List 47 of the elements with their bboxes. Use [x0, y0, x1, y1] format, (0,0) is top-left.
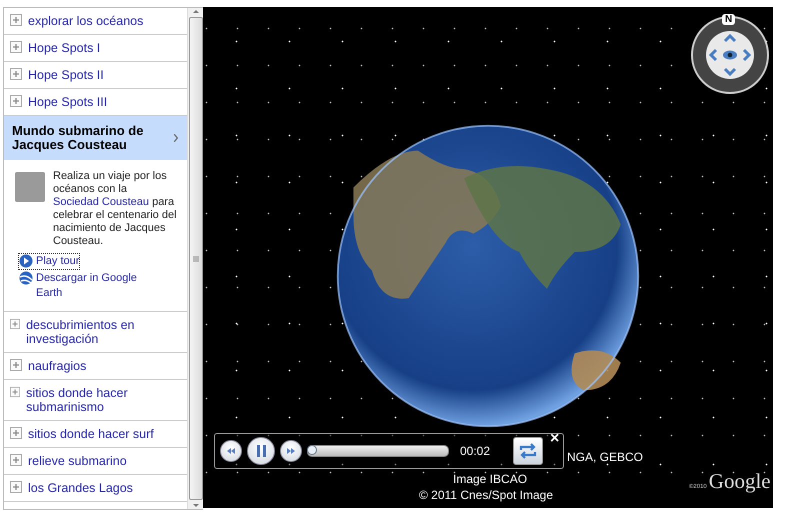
chevron-right-icon	[173, 131, 179, 145]
expand-icon	[10, 359, 22, 371]
rewind-icon	[226, 447, 236, 455]
scroll-up-icon	[192, 8, 200, 15]
expand-icon	[10, 481, 22, 493]
repeat-button[interactable]	[513, 437, 544, 465]
tour-action-link[interactable]: Descargar in Google Earth	[19, 271, 149, 301]
selected-tour-item[interactable]: Mundo submarino de Jacques Cousteau	[4, 116, 187, 160]
folder-item[interactable]: Hope Spots II	[4, 62, 187, 89]
folder-item[interactable]: Hope Spots I	[4, 35, 187, 62]
folder-item[interactable]: explorar los océanos	[4, 8, 187, 35]
scrollbar[interactable]	[187, 8, 203, 509]
rewind-button[interactable]	[220, 440, 242, 462]
expand-icon	[10, 454, 22, 466]
photo-placeholder	[15, 172, 45, 202]
scroll-down-icon	[192, 502, 200, 509]
expand-icon	[10, 386, 20, 398]
folder-item[interactable]: sitios donde hacer surf	[4, 421, 187, 448]
expand-icon	[10, 41, 22, 53]
attribution-text: Image IBCAO	[453, 472, 528, 486]
slider-thumb[interactable]	[307, 445, 317, 455]
expand-icon	[10, 318, 20, 330]
expand-icon	[10, 14, 22, 26]
pause-icon	[256, 445, 266, 457]
description-text: Realiza un viaje por los océanos con la Sociedad Cousteau para celebrar el centenario del nacimiento de Jacques Cousteau.	[53, 170, 178, 248]
attribution-text: NGA, GEBCO	[567, 450, 644, 464]
folder-item[interactable]: relieve submarino	[4, 448, 187, 475]
north-indicator[interactable]: N	[722, 14, 736, 25]
expand-icon	[10, 68, 22, 80]
folder-item[interactable]: naufragios	[4, 353, 187, 380]
grip-icon	[192, 256, 198, 262]
pause-button[interactable]	[247, 437, 275, 465]
folder-item[interactable]: los Grandes Lagos	[4, 475, 187, 502]
navigation-control[interactable]	[690, 15, 770, 95]
link[interactable]: Sociedad Cousteau	[53, 196, 150, 208]
fast-forward-button[interactable]	[280, 440, 302, 462]
progress-slider[interactable]	[307, 445, 449, 457]
expand-icon	[10, 427, 22, 439]
repeat-icon	[518, 442, 538, 460]
expand-icon	[10, 95, 22, 107]
attribution-text: © 2011 Cnes/Spot Image	[419, 488, 554, 502]
close-button[interactable]: ×	[550, 432, 560, 446]
play-icon	[19, 254, 33, 268]
fast-forward-icon	[286, 447, 296, 455]
tour-action-link[interactable]: Play tour	[19, 254, 80, 269]
elapsed-time: 00:02	[460, 444, 490, 458]
globe-icon	[19, 271, 33, 285]
